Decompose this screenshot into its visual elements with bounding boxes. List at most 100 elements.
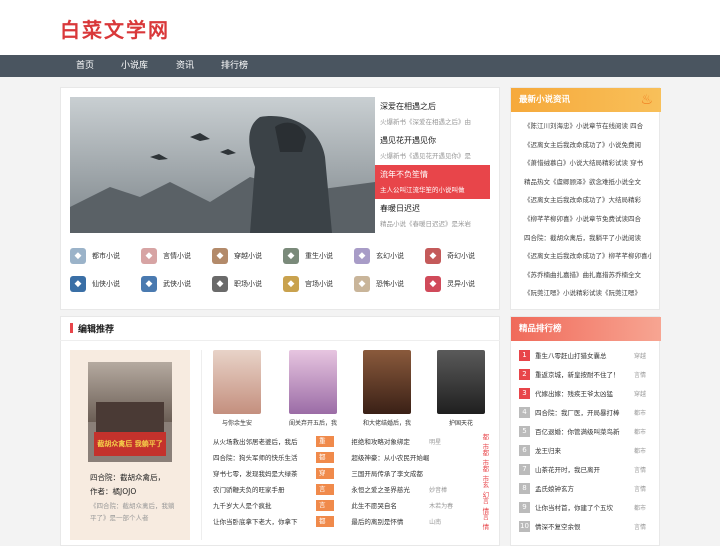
banner-slider[interactable] xyxy=(70,97,375,233)
nav-library[interactable]: 小说库 xyxy=(121,55,148,77)
site-logo[interactable]: 白菜文学网 xyxy=(60,14,170,43)
hot-item[interactable]: 春暖日迟迟 精品小说《春暖日迟迟》是米岩 xyxy=(375,199,490,233)
row-title[interactable]: 九千岁大人是个疯批 xyxy=(213,500,306,510)
news-item[interactable]: 《苏乔楠曲扎嘉措》曲扎嘉措苏乔楠全文 xyxy=(524,269,652,279)
hot-item-active[interactable]: 流年不负笙情 主人公叫江流华笙的小说叫做 xyxy=(375,165,490,199)
news-item[interactable]: 《陈江川刘海忠》小说章节在线阅读 四合 xyxy=(524,120,652,130)
rank-number: 1 xyxy=(519,349,530,361)
category-label: 武侠小说 xyxy=(163,280,191,288)
rank-title: 百亿退婚：你管满级叫菜鸟新 xyxy=(535,428,620,436)
book-row[interactable]: 从火场救出邻居老婆后，我后重生 拒绝和攻略对象绑定明星都市 xyxy=(213,433,495,456)
nav-news[interactable]: 资讯 xyxy=(176,55,194,77)
rank-genre: 都市 xyxy=(634,504,647,512)
category-item[interactable]: ◆ 宫场小说 xyxy=(283,276,353,292)
category-icon: ◆ xyxy=(141,276,157,292)
hot-desc: 火爆新书《遇见花开遇见你》是 xyxy=(380,152,471,160)
rank-item[interactable]: 1 重生八零赶山打猎女囊总 穿越 xyxy=(519,347,654,363)
nav-ranking[interactable]: 排行榜 xyxy=(221,55,248,77)
rank-number: 4 xyxy=(519,406,530,418)
rank-item[interactable]: 8 孟氏娘钟玄方 言情 xyxy=(519,480,654,496)
category-icon: ◆ xyxy=(141,248,157,264)
category-item[interactable]: ◆ 奇幻小说 xyxy=(425,248,495,264)
rank-genre: 言情 xyxy=(634,466,647,474)
row-title[interactable]: 四合院：狗头军师的快乐生活 xyxy=(213,452,306,462)
category-item[interactable]: ◆ 玄幻小说 xyxy=(354,248,424,264)
news-item[interactable]: 《迟离女主后我改命成功了》小说免费阅 xyxy=(524,139,652,149)
rank-item[interactable]: 6 龙王归来 都市 xyxy=(519,442,654,458)
row-title[interactable]: 最后的离别是怀情 xyxy=(351,516,429,526)
row-title[interactable]: 农门骄鞭夫负的旺家手册 xyxy=(213,484,306,494)
hot-item[interactable]: 深爱在相遇之后 火爆新书《深爱在相遇之后》由 xyxy=(375,97,490,131)
hot-title: 春暖日迟迟 xyxy=(380,204,420,213)
row-title[interactable]: 三国开局传承了李文成都 xyxy=(351,468,429,478)
category-item[interactable]: ◆ 恐怖小说 xyxy=(354,276,424,292)
news-item[interactable]: 《阮莞江嗯》小说精彩试读《阮莞江嗯》 xyxy=(524,287,652,297)
news-item[interactable]: 四合院：截胡众禽后，我躺平了小说阅读 xyxy=(524,232,652,242)
ranking-title: 精品排行榜 xyxy=(519,324,562,334)
rank-title: 孟氏娘钟玄方 xyxy=(535,485,574,493)
rank-item[interactable]: 7 山茶花开时，我已离开 言情 xyxy=(519,461,654,477)
category-item[interactable]: ◆ 职场小说 xyxy=(212,276,282,292)
book-cover xyxy=(363,350,411,414)
divider xyxy=(60,340,500,341)
row-title[interactable]: 拒绝和攻略对象绑定 xyxy=(351,436,429,446)
row-title[interactable]: 让你当卧底拿下老大，你拿下 xyxy=(213,516,306,526)
category-label: 言情小说 xyxy=(163,252,191,260)
row-author: 妙音棒 xyxy=(429,486,448,494)
book-row[interactable]: 九千岁大人是个疯批言情 此生不愿哭自名木若为春言情 xyxy=(213,497,495,520)
genre-tag: 穿越 xyxy=(315,467,335,488)
book-card[interactable]: 与你余生安 xyxy=(213,350,261,427)
news-item[interactable]: 《迟离女主后我改命成功了》大结局精彩 xyxy=(524,194,652,204)
book-row[interactable]: 四合院：狗头军师的快乐生活都市 超级神豪：从小农民开始崛都市 xyxy=(213,449,495,472)
news-item[interactable]: 《迟离女主后我改命成功了》柳芊芊柳卯喜小 xyxy=(524,250,652,260)
row-author: 明星 xyxy=(429,438,442,446)
news-item[interactable]: 精品热文《虞卿顾泽》欲念难抵小说全文 xyxy=(524,176,652,186)
book-row[interactable]: 让你当卧底拿下老大，你拿下 都市 最后的离别是怀情 山南 言情 xyxy=(213,513,495,536)
category-item[interactable]: ◆ 言情小说 xyxy=(141,248,211,264)
row-title[interactable]: 从火场救出邻居老婆后，我后 xyxy=(213,436,306,446)
rank-title: 龙王归来 xyxy=(535,447,561,455)
book-card[interactable]: 闺关弃开五后，我转 xyxy=(289,350,337,427)
news-item[interactable]: 《萧惜绒慕白》小说大结局精彩试读 穿书 xyxy=(524,157,652,167)
hot-item[interactable]: 遇见花开遇见你 火爆新书《遇见花开遇见你》是 xyxy=(375,131,490,165)
news-panel: 最新小说资讯 ♨ 《陈江川刘海忠》小说章节在线阅读 四合 《迟离女主后我改命成功… xyxy=(510,87,661,310)
category-icon: ◆ xyxy=(70,248,86,264)
rank-item[interactable]: 5 百亿退婚：你管满级叫菜鸟新 都市 xyxy=(519,423,654,439)
category-item[interactable]: ◆ 穿越小说 xyxy=(212,248,282,264)
category-icon: ◆ xyxy=(212,276,228,292)
row-title[interactable]: 永恒之爱之圣界慈光 xyxy=(351,484,429,494)
featured-book[interactable]: 截胡众禽后 我躺平了 四合院：截胡众禽后， 作者：橘JOJO 《四合院：截胡众禽… xyxy=(70,350,190,540)
book-cover xyxy=(437,350,485,414)
editor-title: 编辑推荐 xyxy=(78,325,115,335)
category-label: 穿越小说 xyxy=(234,252,262,260)
category-item[interactable]: ◆ 都市小说 xyxy=(70,248,140,264)
row-title[interactable]: 超级神豪：从小农民开始崛 xyxy=(351,452,429,462)
rank-item[interactable]: 4 四合院：我厂医，开局暴打棒 都市 xyxy=(519,404,654,420)
hot-desc: 主人公叫江流华笙的小说叫做 xyxy=(380,186,465,194)
category-label: 重生小说 xyxy=(305,252,333,260)
category-item[interactable]: ◆ 武侠小说 xyxy=(141,276,211,292)
featured-author: 作者：橘JOJO xyxy=(90,487,137,496)
rank-item[interactable]: 2 重返京城，新皇按耐不住了！ 言情 xyxy=(519,366,654,382)
category-label: 恐怖小说 xyxy=(376,280,404,288)
rank-genre: 都市 xyxy=(634,428,647,436)
book-row[interactable]: 农门骄鞭夫负的旺家手册言情 永恒之爱之圣界慈光妙音棒玄幻 xyxy=(213,481,495,504)
row-title[interactable]: 此生不愿哭自名 xyxy=(351,500,429,510)
book-card[interactable]: 和大佬结婚后，我 xyxy=(363,350,411,427)
nav-home[interactable]: 首页 xyxy=(76,55,94,77)
category-item[interactable]: ◆ 仙侠小说 xyxy=(70,276,140,292)
rank-item[interactable]: 3 代嫁出嫁：残疾王爷太凶猛 穿越 xyxy=(519,385,654,401)
category-item[interactable]: ◆ 灵异小说 xyxy=(425,276,495,292)
rank-item[interactable]: 9 让你当村首，你建了个五坎 都市 xyxy=(519,499,654,515)
category-item[interactable]: ◆ 重生小说 xyxy=(283,248,353,264)
book-card[interactable]: 护国天花 xyxy=(437,350,485,427)
rank-genre: 穿越 xyxy=(634,352,647,360)
row-title[interactable]: 穿书七零，发现我妈是大绿茶 xyxy=(213,468,306,478)
rank-genre: 言情 xyxy=(634,371,647,379)
rank-item[interactable]: 10 情深不复空余恨 言情 xyxy=(519,518,654,534)
genre-tag: 都市 xyxy=(315,515,335,536)
book-row[interactable]: 穿书七零，发现我妈是大绿茶穿越 三国开局传承了李文成都都市 xyxy=(213,465,495,488)
news-item[interactable]: 《柳芊芊柳卯喜》小说章节免费试读四合 xyxy=(524,213,652,223)
news-header: 最新小说资讯 ♨ xyxy=(511,88,661,112)
featured-desc: 《四合院：截胡众禽后，我躺平了》是一部个人者 xyxy=(90,502,175,522)
